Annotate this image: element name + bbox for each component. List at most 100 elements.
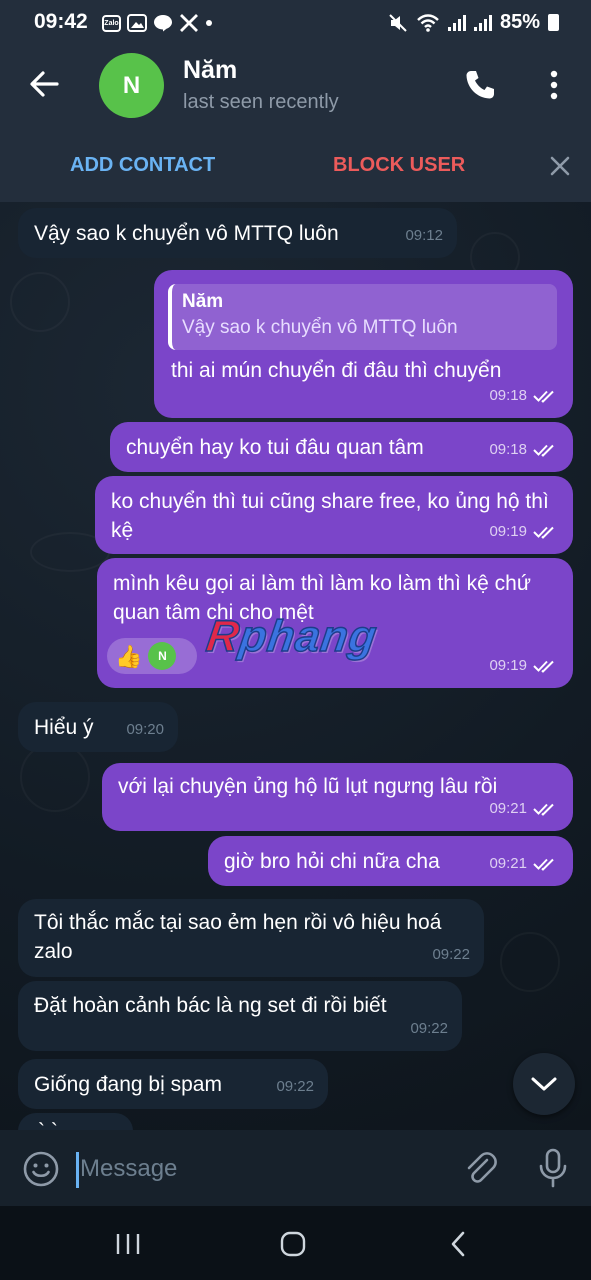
message-meta: 09:21 bbox=[489, 794, 559, 823]
scroll-to-bottom-button[interactable] bbox=[513, 1053, 575, 1115]
message-meta: 09:19 bbox=[489, 651, 559, 680]
mute-icon bbox=[389, 13, 407, 32]
message-time: 09:19 bbox=[489, 523, 527, 540]
signal-icon bbox=[447, 14, 466, 31]
paperclip-icon[interactable] bbox=[462, 1150, 498, 1188]
message-text: Vậy sao k chuyển vô MTTQ luôn bbox=[34, 222, 339, 245]
message-text: Đặt hoàn cảnh bác là ng set đi rồi biết bbox=[34, 994, 387, 1017]
reply-quoted-text: Vậy sao k chuyển vô MTTQ luôn bbox=[182, 317, 458, 338]
back-arrow-icon[interactable] bbox=[24, 64, 64, 104]
double-check-icon bbox=[533, 526, 554, 539]
message-time: 09:21 bbox=[489, 800, 527, 817]
message-meta: 09:18 bbox=[489, 435, 559, 464]
message-bubble-incoming[interactable]: ` ` bbox=[18, 1113, 133, 1130]
message-time: 09:21 bbox=[489, 855, 527, 872]
message-meta: 09:22 bbox=[410, 1014, 448, 1043]
message-time: 09:22 bbox=[432, 946, 470, 963]
message-bubble-outgoing[interactable]: ko chuyển thì tui cũng share free, ko ủn… bbox=[95, 476, 573, 554]
message-meta: 09:12 bbox=[405, 221, 443, 250]
wallpaper-doodle bbox=[10, 272, 70, 332]
home-icon[interactable] bbox=[279, 1230, 307, 1258]
battery-percent: 85% bbox=[499, 11, 540, 33]
reply-sender-name: Năm bbox=[182, 291, 224, 312]
block-user-button[interactable]: BLOCK USER bbox=[333, 154, 465, 177]
message-time: 09:12 bbox=[405, 227, 443, 244]
message-meta: 09:19 bbox=[489, 517, 559, 546]
message-meta: 09:22 bbox=[276, 1072, 314, 1101]
double-check-icon bbox=[533, 660, 554, 673]
double-check-icon bbox=[533, 444, 554, 457]
message-meta: 09:18 bbox=[489, 381, 559, 410]
message-time: 09:22 bbox=[276, 1078, 314, 1095]
message-time: 09:20 bbox=[126, 721, 164, 738]
message-meta: 09:22 bbox=[432, 940, 470, 969]
double-check-icon bbox=[533, 803, 554, 816]
contact-name[interactable]: Năm bbox=[183, 56, 237, 85]
contact-avatar[interactable]: N bbox=[99, 53, 164, 118]
battery-icon bbox=[548, 14, 559, 31]
message-text: ` ` bbox=[38, 1117, 58, 1130]
chevron-down-icon bbox=[531, 1077, 557, 1091]
message-text: Hiểu ý bbox=[34, 716, 94, 739]
wallpaper-doodle bbox=[500, 932, 560, 992]
wallpaper-doodle bbox=[20, 742, 90, 812]
message-input[interactable] bbox=[80, 1148, 440, 1190]
status-bar: 09:42 Zalo 85% bbox=[0, 0, 591, 46]
system-navigation-bar bbox=[0, 1206, 591, 1280]
contact-action-bar: ADD CONTACT BLOCK USER bbox=[0, 130, 591, 202]
thumbs-up-reaction-icon: 👍 bbox=[115, 643, 143, 669]
message-reactions[interactable]: 👍 N bbox=[107, 638, 197, 674]
recent-apps-icon[interactable] bbox=[115, 1232, 141, 1256]
x-notification-icon bbox=[180, 14, 198, 32]
message-time: 09:18 bbox=[489, 387, 527, 404]
notification-icons: Zalo bbox=[102, 14, 213, 32]
watermark-logo: Rphang bbox=[203, 611, 381, 662]
message-bubble-incoming[interactable]: Tôi thắc mắc tại sao ẻm hẹn rồi vô hiệu … bbox=[18, 899, 484, 977]
message-text: thi ai mún chuyển đi đâu thì chuyển bbox=[171, 359, 502, 382]
message-bubble-incoming[interactable]: Giống đang bị spam 09:22 bbox=[18, 1059, 328, 1109]
message-bubble-incoming[interactable]: Đặt hoàn cảnh bác là ng set đi rồi biết … bbox=[18, 981, 462, 1051]
message-time: 09:19 bbox=[489, 657, 527, 674]
last-seen-status: last seen recently bbox=[183, 91, 339, 113]
top-panel: 09:42 Zalo 85% N Năm last seen recently … bbox=[0, 0, 591, 202]
message-text: giờ bro hỏi chi nữa cha bbox=[224, 850, 440, 873]
message-bubble-outgoing[interactable]: giờ bro hỏi chi nữa cha 09:21 bbox=[208, 836, 573, 886]
gallery-notification-icon bbox=[127, 14, 147, 32]
zalo-notification-icon: Zalo bbox=[102, 14, 121, 32]
message-bubble-outgoing[interactable]: với lại chuyện ủng hộ lũ lụt ngưng lâu r… bbox=[102, 763, 573, 831]
add-contact-button[interactable]: ADD CONTACT bbox=[70, 154, 215, 177]
phone-call-icon[interactable] bbox=[463, 68, 497, 102]
message-text: với lại chuyện ủng hộ lũ lụt ngưng lâu r… bbox=[118, 775, 498, 798]
microphone-icon[interactable] bbox=[537, 1148, 569, 1188]
message-text: Tôi thắc mắc tại sao ẻm hẹn rồi vô hiệu … bbox=[34, 911, 442, 963]
emoji-icon[interactable] bbox=[22, 1150, 60, 1188]
chat-notification-icon bbox=[154, 15, 172, 32]
wifi-icon bbox=[417, 13, 439, 32]
double-check-icon bbox=[533, 858, 554, 871]
chat-header: N Năm last seen recently bbox=[0, 46, 591, 130]
message-meta: 09:21 bbox=[489, 849, 559, 878]
chat-history[interactable]: Vậy sao k chuyển vô MTTQ luôn 09:12 Năm … bbox=[0, 202, 591, 1130]
close-icon[interactable] bbox=[548, 154, 572, 178]
reactor-avatar: N bbox=[148, 642, 177, 670]
message-meta: 09:20 bbox=[126, 715, 164, 744]
message-time: 09:22 bbox=[410, 1020, 448, 1037]
message-bubble-incoming[interactable]: Vậy sao k chuyển vô MTTQ luôn 09:12 bbox=[18, 208, 457, 258]
message-bubble-outgoing[interactable]: chuyển hay ko tui đâu quan tâm 09:18 bbox=[110, 422, 573, 472]
message-composer bbox=[0, 1130, 591, 1206]
status-time: 09:42 bbox=[34, 10, 88, 33]
dot-icon bbox=[206, 20, 212, 26]
message-text: Giống đang bị spam bbox=[34, 1073, 222, 1096]
double-check-icon bbox=[533, 390, 554, 403]
reply-quote[interactable]: Năm Vậy sao k chuyển vô MTTQ luôn bbox=[168, 284, 557, 350]
message-text: ko chuyển thì tui cũng share free, ko ủn… bbox=[111, 490, 549, 542]
message-time: 09:18 bbox=[489, 441, 527, 458]
signal-icon-2 bbox=[473, 14, 492, 31]
message-bubble-outgoing[interactable]: Năm Vậy sao k chuyển vô MTTQ luôn thi ai… bbox=[154, 270, 573, 418]
text-cursor bbox=[76, 1152, 79, 1188]
more-options-icon[interactable] bbox=[540, 68, 568, 102]
status-right: 85% bbox=[388, 11, 559, 34]
message-bubble-incoming[interactable]: Hiểu ý 09:20 bbox=[18, 702, 178, 752]
system-back-icon[interactable] bbox=[448, 1230, 468, 1258]
message-text: chuyển hay ko tui đâu quan tâm bbox=[126, 436, 424, 459]
